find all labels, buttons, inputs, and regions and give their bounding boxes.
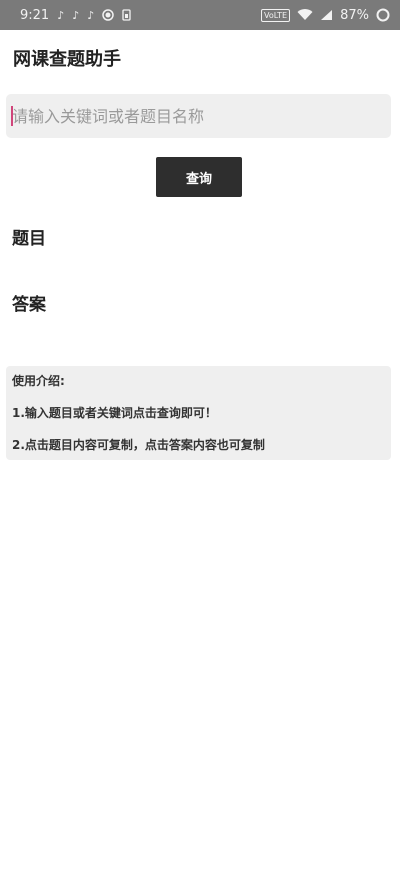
volte-badge: VoLTE [261, 8, 291, 22]
tiktok-icon: ♪ [72, 8, 80, 22]
question-heading[interactable]: 题目 [12, 224, 46, 249]
signal-icon [320, 9, 333, 21]
app-title: 网课查题助手 [13, 49, 121, 70]
battery-percent: 87% [340, 7, 369, 23]
answer-heading[interactable]: 答案 [12, 290, 46, 315]
sim-card-icon [122, 9, 131, 21]
wifi-icon [297, 9, 313, 21]
query-button[interactable]: 查询 [156, 157, 242, 197]
instructions-step-2: 2.点击题目内容可复制，点击答案内容也可复制 [12, 438, 265, 452]
circle-record-icon [102, 9, 115, 21]
status-right: VoLTE 87% [261, 8, 390, 23]
instructions-step-1: 1.输入题目或者关键词点击查询即可！ [12, 406, 217, 420]
instructions-title: 使用介绍: [12, 374, 65, 388]
battery-ring-icon [376, 8, 390, 22]
search-input[interactable] [6, 94, 391, 138]
text-cursor [11, 106, 13, 126]
tiktok-icon: ♪ [87, 8, 95, 22]
instructions-panel: 使用介绍: 1.输入题目或者关键词点击查询即可！ 2.点击题目内容可复制，点击答… [6, 366, 391, 460]
status-left: 9:21 ♪ ♪ ♪ [20, 8, 131, 23]
tiktok-icon: ♪ [57, 8, 65, 22]
status-time: 9:21 [20, 7, 50, 23]
status-bar: 9:21 ♪ ♪ ♪ VoLTE 87% [0, 0, 400, 30]
